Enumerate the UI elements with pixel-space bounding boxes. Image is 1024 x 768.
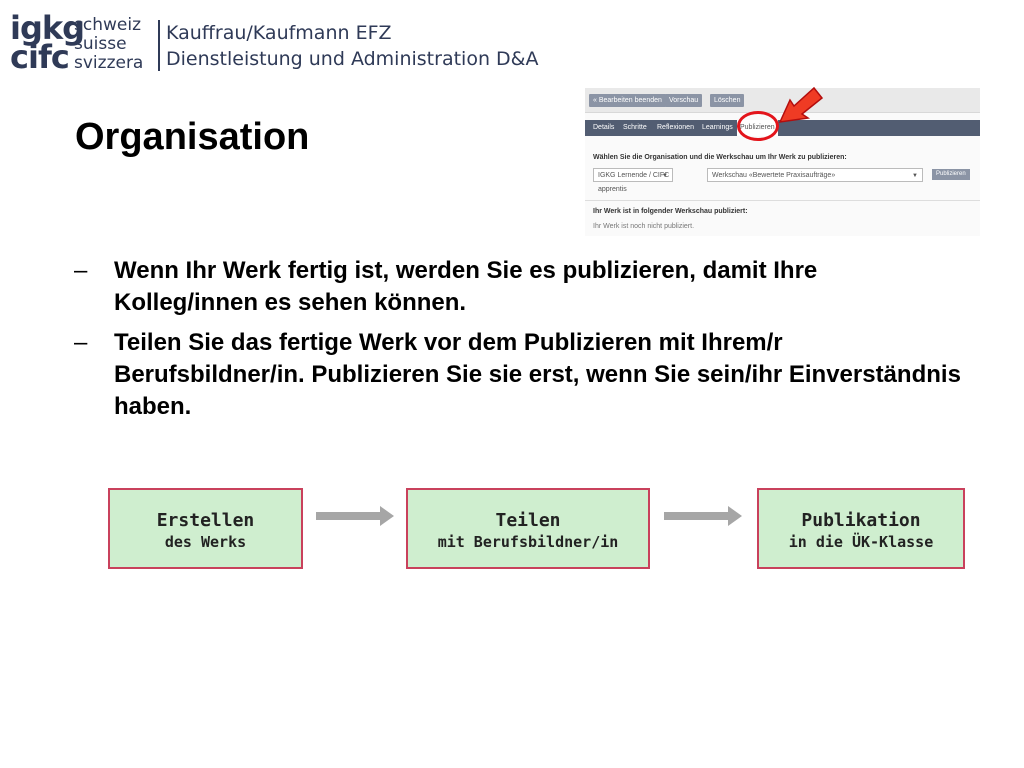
igkg-logo: igkg cifc schweiz suisse svizzera [10,9,160,76]
screenshot-divider [585,200,980,201]
header-title-line2: Dienstleistung und Administration D&A [166,48,539,70]
logo-languages: schweiz suisse svizzera [74,15,144,73]
bullet-item: – Teilen Sie das fertige Werk vor dem Pu… [74,327,964,423]
flow-step-publikation: Publikation in die ÜK-Klasse [757,488,965,569]
header-title: Kauffrau/Kaufmann EFZ Dienstleistung und… [166,20,538,72]
werkschau-select[interactable]: Werkschau «Bewertete Praxisaufträge» ▼ [707,168,923,182]
organisation-select[interactable]: IGKG Lernende / CIFC apprentis ▼ [593,168,673,193]
flow-step-teilen: Teilen mit Berufsbildner/in [406,488,650,569]
flow-step-erstellen: Erstellen des Werks [108,488,303,569]
header-title-line1: Kauffrau/Kaufmann EFZ [166,22,392,44]
bullet-text: Wenn Ihr Werk fertig ist, werden Sie es … [114,257,818,316]
bullet-text: Teilen Sie das fertige Werk vor dem Publ… [114,329,961,420]
published-note: Ihr Werk ist noch nicht publiziert. [593,223,695,230]
arrow-right-icon [316,506,394,526]
bullet-dash: – [74,257,88,284]
highlight-circle [737,111,779,141]
bullet-item: – Wenn Ihr Werk fertig ist, werden Sie e… [74,255,964,319]
chevron-down-icon: ▼ [662,173,668,179]
tab-details[interactable]: Details [593,120,614,136]
publish-button[interactable]: Publizieren [932,169,970,180]
arrow-right-icon [664,506,742,526]
slide-title: Organisation [75,116,310,158]
logo-mark: igkg cifc [10,9,85,76]
bullet-dash: – [74,329,88,356]
preview-button[interactable]: Vorschau [665,94,703,107]
chevron-down-icon: ▼ [912,173,918,179]
red-pointer-arrow-icon [778,86,824,123]
publish-instruction: Wählen Sie die Organisation und die Werk… [593,154,847,161]
bullet-list: – Wenn Ihr Werk fertig ist, werden Sie e… [74,255,964,431]
tab-schritte[interactable]: Schritte [623,120,647,136]
header-divider [158,20,160,71]
delete-button[interactable]: Löschen [710,94,745,107]
stop-editing-button[interactable]: « Bearbeiten beenden [589,94,666,107]
tab-learnings[interactable]: Learnings [702,120,733,136]
published-label: Ihr Werk ist in folgender Werkschau publ… [593,208,748,215]
tab-reflexionen[interactable]: Reflexionen [657,120,694,136]
